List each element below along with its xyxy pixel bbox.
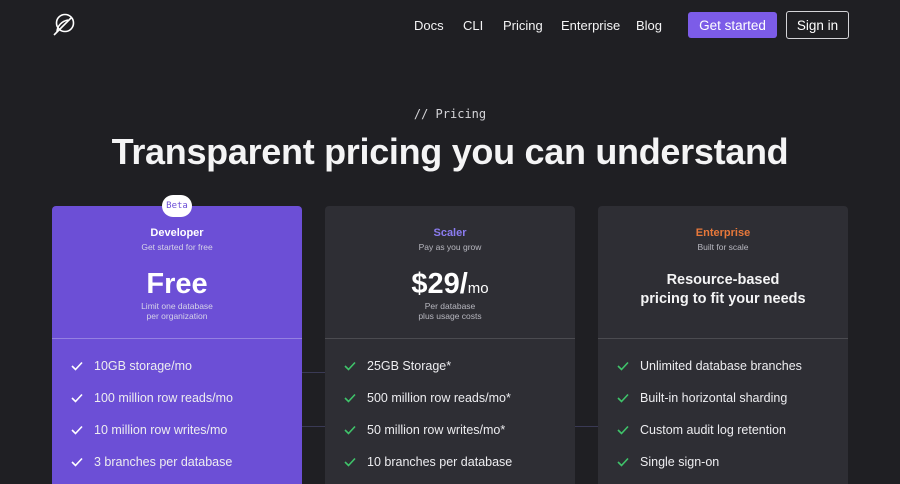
check-icon — [344, 457, 356, 467]
price-note: Limit one database — [141, 301, 213, 311]
feature-label: Single sign-on — [640, 455, 720, 469]
check-icon — [344, 425, 356, 435]
feature-label: 10 branches per database — [367, 455, 513, 469]
price-unit: mo — [467, 280, 489, 297]
decorative-line — [302, 372, 325, 373]
feature-label: 10GB storage/mo — [94, 359, 192, 373]
nav-link-pricing[interactable]: Pricing — [503, 18, 543, 33]
list-item: 50 million row writes/mo* — [325, 420, 575, 440]
plan-subtitle: Built for scale — [697, 242, 749, 252]
list-item: Single sign-on — [598, 452, 848, 472]
feature-label: 3 branches per database — [94, 455, 233, 469]
enterprise-pricing-title: Resource-based pricing to fit your needs — [598, 271, 848, 309]
price-amount: $29/ — [411, 268, 468, 300]
list-item: 100 million row reads/mo — [52, 388, 302, 408]
check-icon — [617, 393, 629, 403]
nav-link-blog[interactable]: Blog — [636, 18, 662, 33]
list-item: 25GB Storage* — [325, 356, 575, 376]
feature-label: Unlimited database branches — [640, 359, 802, 373]
check-icon — [71, 457, 83, 467]
check-icon — [617, 457, 629, 467]
card-divider — [325, 338, 575, 339]
check-icon — [617, 425, 629, 435]
list-item: Custom audit log retention — [598, 420, 848, 440]
plan-tier-name: Scaler — [433, 227, 467, 239]
price-amount: Free — [146, 268, 208, 300]
plan-price: $29/mo — [325, 268, 575, 301]
section-eyebrow: // Pricing — [413, 107, 487, 121]
enterprise-title-line: pricing to fit your needs — [640, 291, 806, 307]
list-item: 3 branches per database — [52, 452, 302, 472]
pricing-card-developer: Beta Developer Get started for free Free… — [52, 195, 302, 484]
page-title: Transparent pricing you can understand — [111, 131, 789, 172]
nav-link-enterprise[interactable]: Enterprise — [561, 18, 620, 33]
beta-badge: Beta — [162, 195, 192, 217]
top-navigation: Docs CLI Pricing Enterprise Blog Get sta… — [0, 0, 900, 50]
price-note: per organization — [146, 311, 208, 321]
plan-subtitle: Get started for free — [141, 242, 213, 252]
check-icon — [71, 361, 83, 371]
list-item: 500 million row reads/mo* — [325, 388, 575, 408]
feather-circle-icon[interactable] — [50, 12, 78, 38]
sign-in-button[interactable]: Sign in — [786, 11, 849, 39]
enterprise-title-line: Resource-based — [666, 272, 780, 288]
check-icon — [71, 393, 83, 403]
price-note: Per database — [424, 301, 476, 311]
nav-link-cli[interactable]: CLI — [463, 18, 483, 33]
check-icon — [617, 361, 629, 371]
check-icon — [344, 361, 356, 371]
check-icon — [344, 393, 356, 403]
pricing-card-enterprise: Enterprise Built for scale Resource-base… — [598, 206, 848, 484]
list-item: 10GB storage/mo — [52, 356, 302, 376]
plan-tier-name: Enterprise — [695, 227, 751, 239]
list-item: Unlimited database branches — [598, 356, 848, 376]
nav-link-docs[interactable]: Docs — [414, 18, 444, 33]
plan-price: Free — [52, 268, 302, 301]
pricing-card-scaler: Scaler Pay as you grow $29/mo Per databa… — [325, 206, 575, 484]
feature-label: 500 million row reads/mo* — [367, 391, 511, 405]
feature-label: Custom audit log retention — [640, 423, 786, 437]
feature-label: 10 million row writes/mo — [94, 423, 228, 437]
card-divider — [598, 338, 848, 339]
decorative-line — [302, 426, 325, 427]
list-item: 10 branches per database — [325, 452, 575, 472]
card-divider — [52, 338, 302, 339]
feature-label: 25GB Storage* — [367, 359, 452, 373]
price-note: plus usage costs — [418, 311, 482, 321]
feature-label: 100 million row reads/mo — [94, 391, 233, 405]
list-item: 10 million row writes/mo — [52, 420, 302, 440]
check-icon — [71, 425, 83, 435]
plan-tier-name: Developer — [150, 227, 204, 239]
feature-label: Built-in horizontal sharding — [640, 391, 788, 405]
list-item: Built-in horizontal sharding — [598, 388, 848, 408]
get-started-button[interactable]: Get started — [688, 12, 777, 38]
feature-label: 50 million row writes/mo* — [367, 423, 506, 437]
decorative-line — [575, 426, 598, 427]
plan-subtitle: Pay as you grow — [418, 242, 482, 252]
